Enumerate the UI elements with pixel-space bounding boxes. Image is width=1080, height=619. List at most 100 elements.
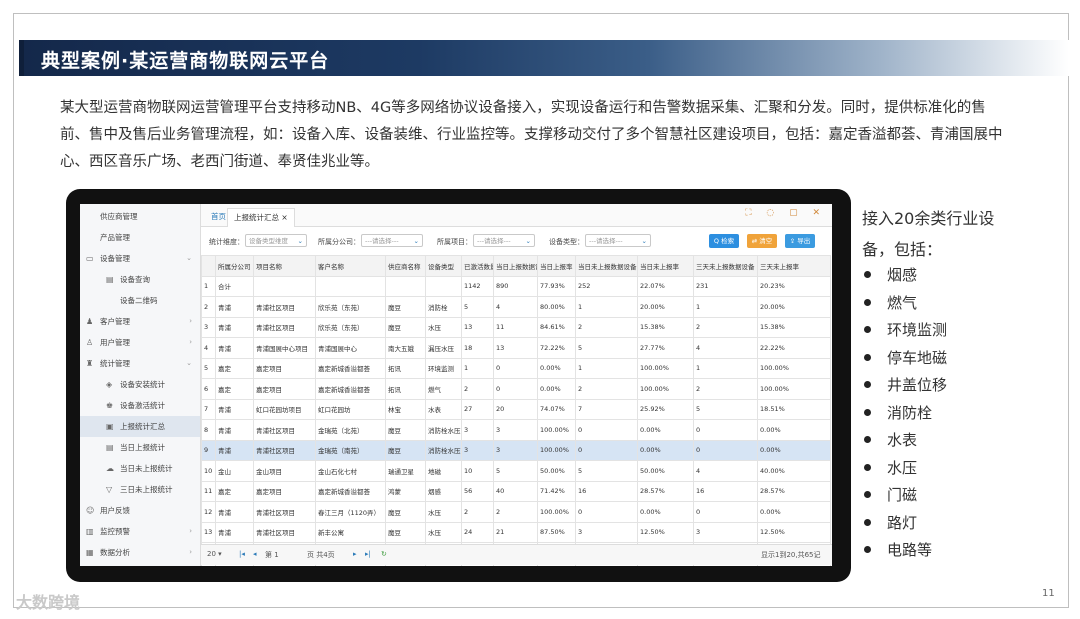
table-row[interactable]: 13 青浦 青浦社区项目 新丰公寓 魔豆 水压 24 21 87.50% 3 12.50% 3 12.5…: [201, 521, 831, 543]
table-cell: 20.00%: [757, 296, 831, 318]
table-cell: 青浦社区项目: [253, 501, 316, 523]
search-button[interactable]: Q 检索: [709, 234, 739, 248]
table-cell: 0.00%: [757, 501, 831, 523]
sidebar-item[interactable]: ☁ 当日未上报统计: [80, 458, 200, 479]
page-size-select[interactable]: 20 ▾: [207, 550, 222, 558]
bullet-icon: [864, 518, 871, 526]
table-cell: 欣乐苑（东苑）: [315, 296, 386, 318]
table-cell: 青浦: [215, 501, 254, 523]
sidebar-item[interactable]: ◈ 设备安装统计: [80, 374, 200, 395]
device-type-item: 停车地磁: [862, 345, 947, 373]
clear-button[interactable]: ⇄ 清空: [747, 234, 777, 248]
table-cell: 青浦国展中心项目: [253, 337, 316, 359]
table-cell: 13: [201, 521, 216, 543]
sidebar-item-label: 设备查询: [120, 275, 150, 284]
sidebar-item[interactable]: ▽ 三日未上报统计: [80, 479, 200, 500]
table-cell: 15.38%: [757, 316, 831, 338]
device-type-label: 停车地磁: [887, 348, 948, 367]
dim-select[interactable]: 设备类型维度 ⌄: [245, 234, 307, 247]
title-banner: 典型案例·某运营商物联网云平台: [19, 40, 1069, 76]
table-cell: 消防栓水压: [425, 439, 462, 461]
table-row[interactable]: 10 金山 金山项目 金山石化七村 瑞通卫星 地磁 10 5 50.00% 5 50.00% 4 40.…: [201, 460, 831, 482]
window-controls-icon[interactable]: ⛶ ◌ ▢ ✕: [745, 208, 826, 218]
column-header[interactable]: 当日未上报率: [637, 255, 694, 277]
sidebar-item[interactable]: ▦ 数据分析 ›: [80, 542, 200, 563]
table-cell: 嘉定项目: [253, 480, 316, 502]
table-cell: 水压: [425, 521, 462, 543]
sidebar-item[interactable]: ▭ 设备管理 ⌄: [80, 248, 200, 269]
table-cell: 2: [461, 501, 494, 523]
column-header[interactable]: 当日上报率: [537, 255, 576, 277]
column-header[interactable]: [201, 255, 216, 277]
column-header[interactable]: 所属分公司: [215, 255, 254, 277]
sidebar-item[interactable]: ☺ 用户反馈: [80, 500, 200, 521]
watermark-logo: 大数跨境: [16, 593, 81, 612]
sidebar-item[interactable]: ▤ 当日上报统计: [80, 437, 200, 458]
table-row[interactable]: 4 青浦 青浦国展中心项目 青浦国展中心 南大五娥 漏压水压 18 13 72.22% 5 27.7…: [201, 337, 831, 359]
column-header[interactable]: 设备类型: [425, 255, 462, 277]
sidebar-item[interactable]: ♜ 统计管理 ⌄: [80, 353, 200, 374]
column-header[interactable]: 当日未上报数据设备: [575, 255, 638, 277]
table-row[interactable]: 6 嘉定 嘉定项目 嘉定新城香溢都荟 拓讯 燃气 2 0 0.00% 2 100.00% 2 100.0…: [201, 378, 831, 400]
table-row[interactable]: 2 青浦 青浦社区项目 欣乐苑（东苑） 魔豆 消防栓 5 4 80.00% 1 20.00% 1 20.…: [201, 296, 831, 318]
column-header[interactable]: 三天未上报率: [757, 255, 831, 277]
table-cell: 青浦: [215, 398, 254, 420]
sidebar-item[interactable]: 产品管理: [80, 227, 200, 248]
next-page-icon[interactable]: ▸: [353, 550, 357, 558]
sidebar-item-icon: ☺: [86, 506, 95, 515]
slide-title: 典型案例·某运营商物联网云平台: [41, 50, 330, 72]
table-cell: 1: [575, 357, 638, 379]
sidebar: 供应商管理 产品管理 ▭ 设备管理 ⌄ ▤ 设备查询 设备二维码 ♟ 客户管理 › ♙ 用户管理 › ♜ 统计…: [80, 204, 201, 566]
table-cell: 13: [493, 337, 538, 359]
column-header[interactable]: 项目名称: [253, 255, 316, 277]
first-page-icon[interactable]: |◂: [239, 550, 245, 558]
project-select[interactable]: ---请选择--- ⌄: [473, 234, 535, 247]
sidebar-item-label: 数据分析: [100, 548, 130, 557]
table-cell: 100.00%: [757, 357, 831, 379]
table-row[interactable]: 9 青浦 青浦社区项目 金瑞苑（南苑） 魔豆 消防栓水压 3 3 100.00% 0 0.00% 0 0…: [201, 439, 831, 461]
table-row[interactable]: 8 青浦 青浦社区项目 金瑞苑（北苑） 魔豆 消防栓水压 3 3 100.00% 0 0.00% 0 0…: [201, 419, 831, 441]
table-cell: 25.92%: [637, 398, 694, 420]
sidebar-item-label: 设备安装统计: [120, 380, 165, 389]
sidebar-item[interactable]: ♟ 客户管理 ›: [80, 311, 200, 332]
sidebar-item[interactable]: 供应商管理: [80, 206, 200, 227]
table-row[interactable]: 7 青浦 虹口花园坊项目 虹口花园坊 林宝 水表 27 20 74.07% 7 25.92% 5 18.…: [201, 398, 831, 420]
device-type-item: 电路等: [862, 537, 947, 565]
refresh-icon[interactable]: ↻: [381, 550, 387, 558]
table-row[interactable]: 11 嘉定 嘉定项目 嘉定新城香溢都荟 鸿蒙 烟感 56 40 71.42% 16 28.57% 16…: [201, 480, 831, 502]
table-cell: 100.00%: [537, 501, 576, 523]
sidebar-item[interactable]: ▥ 监控预警 ›: [80, 521, 200, 542]
table-cell: 嘉定新城香溢都荟: [315, 378, 386, 400]
tab-report-summary[interactable]: 上报统计汇总 ×: [227, 208, 295, 227]
type-select[interactable]: ---请选择--- ⌄: [585, 234, 651, 247]
sidebar-item[interactable]: 设备二维码: [80, 290, 200, 311]
table-cell: 1: [693, 296, 758, 318]
column-header[interactable]: 客户名称: [315, 255, 386, 277]
column-header[interactable]: 当日上报数据设备: [493, 255, 538, 277]
table-cell: 环境监测: [425, 357, 462, 379]
chevron-down-icon: ⌄: [525, 237, 531, 245]
table-cell: 4: [201, 337, 216, 359]
table-cell: 22.22%: [757, 337, 831, 359]
table-row[interactable]: 3 青浦 青浦社区项目 欣乐苑（东苑） 魔豆 水压 13 11 84.61% 2 15.38% 2 15…: [201, 316, 831, 338]
last-page-icon[interactable]: ▸|: [365, 550, 371, 558]
table-cell: 27: [461, 398, 494, 420]
prev-page-icon[interactable]: ◂: [253, 550, 257, 558]
sidebar-item[interactable]: ▣ 上报统计汇总: [80, 416, 200, 437]
table-cell: 4: [493, 296, 538, 318]
column-header[interactable]: 三天未上报数据设备: [693, 255, 758, 277]
device-type-label: 井盖位移: [887, 376, 948, 394]
page-input[interactable]: 第 1: [265, 550, 279, 560]
table-row[interactable]: 1 合计 1142 890 77.93% 252 22.07% 231 20.23%: [201, 275, 831, 297]
table-row[interactable]: 12 青浦 青浦社区项目 春江三月（1120弄） 魔豆 水压 2 2 100.00% 0 0.00%…: [201, 501, 831, 523]
company-select[interactable]: ---请选择--- ⌄: [361, 234, 423, 247]
column-header[interactable]: 已激活数量: [461, 255, 494, 277]
sidebar-item[interactable]: ♙ 用户管理 ›: [80, 332, 200, 353]
export-button[interactable]: ⇪ 导出: [785, 234, 815, 248]
sidebar-item[interactable]: ♚ 设备激活统计: [80, 395, 200, 416]
table-row[interactable]: 5 嘉定 嘉定项目 嘉定新城香溢都荟 拓讯 环境监测 1 0 0.00% 1 100.00% 1 100…: [201, 357, 831, 379]
table-cell: 青浦社区项目: [253, 419, 316, 441]
column-header[interactable]: 供应商名称: [385, 255, 426, 277]
sidebar-item[interactable]: ▤ 设备查询: [80, 269, 200, 290]
table-cell: 魔豆: [385, 316, 426, 338]
